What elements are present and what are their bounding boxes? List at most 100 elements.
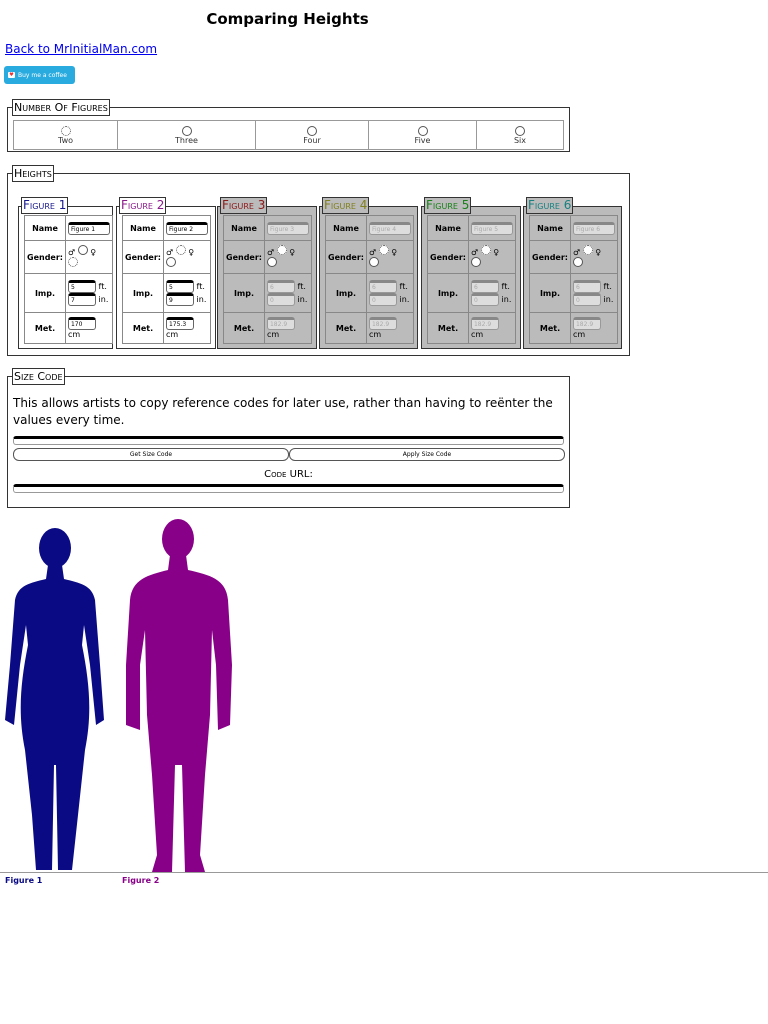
male-radio[interactable] [582,245,593,255]
female-radio[interactable] [266,257,277,267]
female-radio[interactable] [165,257,176,267]
metric-label: Met. [427,312,469,344]
figure-table: Name Figure 6 Gender: ♂ ♀ Imp. 6 ft. 0 in. M… [529,215,618,344]
male-radio[interactable] [77,245,88,255]
feet-input[interactable]: 6 [368,280,397,293]
size-code-description: This allows artists to copy reference co… [13,396,553,427]
female-radio[interactable] [572,257,583,267]
size-code-fieldset: Size Code This allows artists to copy re… [7,368,570,508]
cm-unit: cm [67,330,81,339]
radio-two[interactable] [60,125,71,136]
coffee-label: Buy me a coffee [18,71,67,79]
figure-4-panel: Figure 4 Name Figure 4 Gender: ♂ ♀ Imp. 6 f… [319,197,418,349]
gender-label: Gender: [24,240,66,274]
figure-table: Name Figure 5 Gender: ♂ ♀ Imp. 6 ft. 0 in. M… [427,215,516,344]
option-three[interactable]: Three [118,121,256,149]
cm-unit: cm [165,330,179,339]
cm-input[interactable]: 170 [67,317,96,330]
inches-unit: in. [399,295,410,304]
code-url-label: Code URL: [264,469,313,480]
get-size-code-button[interactable]: Get Size Code [13,448,289,461]
feet-input[interactable]: 6 [470,280,499,293]
cm-input[interactable]: 182.9 [368,317,397,330]
radio-four[interactable] [307,125,317,136]
back-link[interactable]: Back to MrInitialMan.com [5,42,157,56]
inches-input[interactable]: 7 [67,293,96,306]
cm-input[interactable]: 182.9 [470,317,499,330]
figure-legend: Figure 2 [119,197,167,214]
gender-label: Gender: [325,240,367,274]
coffee-cup-icon: ♥ [8,72,15,78]
male-icon: ♂ [67,248,76,257]
figure-1-label: Figure 1 [5,876,43,885]
inches-unit: in. [98,295,109,304]
feet-input[interactable]: 6 [572,280,601,293]
apply-size-code-button[interactable]: Apply Size Code [289,448,565,461]
cm-unit: cm [266,330,280,339]
cm-input[interactable]: 182.9 [266,317,295,330]
male-radio[interactable] [175,245,186,255]
name-input[interactable]: Figure 3 [266,221,309,235]
inches-input[interactable]: 0 [368,293,397,306]
option-six[interactable]: Six [477,121,563,149]
figure-2-panel: Figure 2 Name Figure 2 Gender: ♂ ♀ Imp. 5 f… [116,197,216,349]
radio-six[interactable] [515,125,525,136]
inches-input[interactable]: 0 [266,293,295,306]
code-url-input[interactable] [13,484,564,493]
female-icon: ♀ [188,248,195,257]
feet-input[interactable]: 5 [67,280,96,293]
inches-unit: in. [501,295,512,304]
radio-five[interactable] [417,125,428,136]
male-radio[interactable] [378,245,389,255]
feet-input[interactable]: 5 [165,280,194,293]
figure-table: Name Figure 2 Gender: ♂ ♀ Imp. 5 ft. 9 in. M… [122,215,211,344]
figure-6-panel: Figure 6 Name Figure 6 Gender: ♂ ♀ Imp. 6 f… [523,197,622,349]
male-icon: ♂ [368,248,377,257]
male-radio[interactable] [276,245,287,255]
heights-legend: Heights [12,165,54,182]
metric-label: Met. [223,312,265,344]
inches-unit: in. [297,295,308,304]
figure-2-silhouette [126,519,232,872]
male-icon: ♂ [572,248,581,257]
option-four[interactable]: Four [256,121,369,149]
name-input[interactable]: Figure 6 [572,221,615,235]
female-radio[interactable] [470,257,481,267]
inches-input[interactable]: 0 [572,293,601,306]
cm-unit: cm [470,330,484,339]
feet-unit: ft. [603,282,612,291]
cm-unit: cm [368,330,382,339]
name-input[interactable]: Figure 4 [368,221,411,235]
name-input[interactable]: Figure 1 [67,221,110,235]
feet-input[interactable]: 6 [266,280,295,293]
figure-1-silhouette [5,528,104,870]
figures-display [5,519,232,872]
female-radio[interactable] [67,257,78,267]
male-radio[interactable] [480,245,491,255]
inches-input[interactable]: 9 [165,293,194,306]
figure-legend: Figure 3 [220,197,268,214]
radio-three[interactable] [181,125,192,136]
female-icon: ♀ [391,248,398,257]
buy-me-a-coffee-button[interactable]: ♥ Buy me a coffee [4,66,75,84]
gender-label: Gender: [427,240,469,274]
inches-input[interactable]: 0 [470,293,499,306]
imperial-label: Imp. [24,273,66,313]
female-radio[interactable] [368,257,379,267]
imperial-label: Imp. [325,273,367,313]
size-code-legend: Size Code [12,368,65,385]
feet-unit: ft. [196,282,205,291]
cm-input[interactable]: 182.9 [572,317,601,330]
cm-unit: cm [572,330,586,339]
name-label: Name [529,215,571,241]
female-icon: ♀ [289,248,296,257]
option-two[interactable]: Two [14,121,118,149]
name-label: Name [122,215,164,241]
option-five[interactable]: Five [369,121,477,149]
name-input[interactable]: Figure 5 [470,221,513,235]
cm-input[interactable]: 175.3 [165,317,194,330]
option-label: Two [58,135,73,145]
figure-legend: Figure 6 [526,197,574,214]
size-code-input[interactable] [13,436,564,445]
name-input[interactable]: Figure 2 [165,221,208,235]
